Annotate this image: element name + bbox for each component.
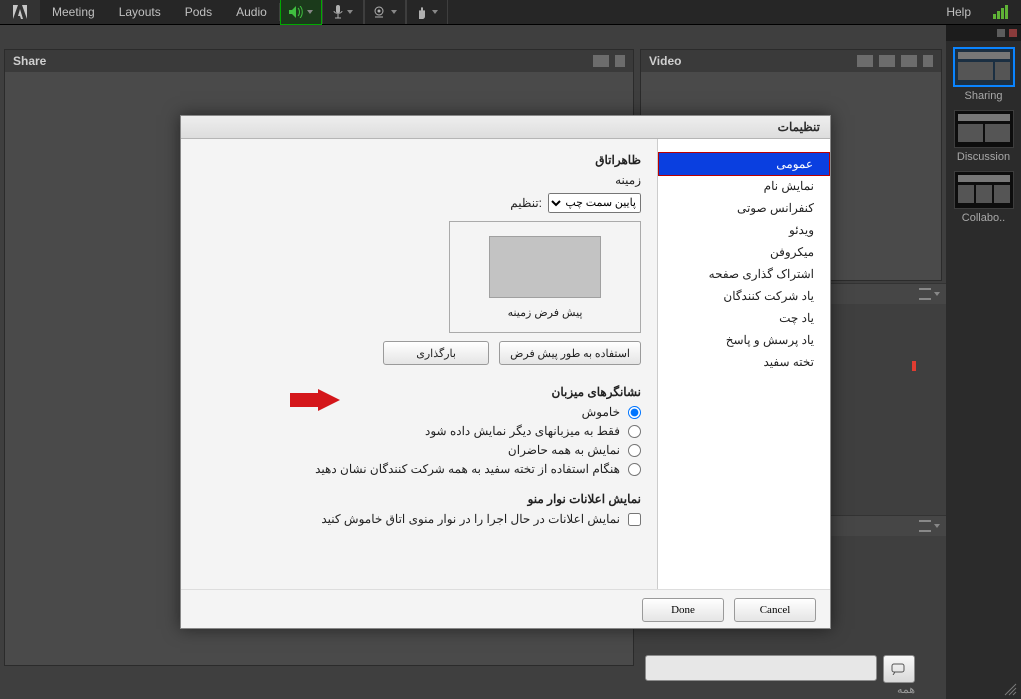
layout-collaboration[interactable] — [954, 171, 1014, 209]
cursor-radio[interactable] — [628, 444, 641, 457]
sidebar-item-video[interactable]: ویدئو — [658, 219, 830, 241]
chat-bar — [645, 655, 915, 679]
cursor-radio[interactable] — [628, 463, 641, 476]
list-icon — [919, 288, 931, 300]
speaker-button[interactable] — [280, 0, 322, 25]
strip-icon[interactable] — [879, 55, 895, 67]
cursor-option-hosts[interactable]: فقط به میزبانهای دیگر نمایش داده شود — [197, 424, 641, 438]
host-marker-icon — [912, 361, 916, 371]
preferences-dialog: تنظیمات عمومی نمایش نام کنفرانس صوتی وید… — [180, 115, 831, 629]
layout-label: Sharing — [946, 90, 1021, 102]
sidebar-item-attendees-pod[interactable]: یاد شرکت کنندگان — [658, 285, 830, 307]
cancel-button[interactable]: Cancel — [734, 598, 816, 622]
adobe-logo — [0, 0, 40, 24]
menubar-notif-heading: نمایش اعلانات نوار منو — [197, 492, 641, 506]
min-icon[interactable] — [997, 29, 1005, 37]
chat-send-button[interactable] — [883, 655, 915, 683]
sidebar-item-chat-pod[interactable]: یاد چت — [658, 307, 830, 329]
done-button[interactable]: Done — [642, 598, 724, 622]
layout-discussion[interactable] — [954, 110, 1014, 148]
sidebar-item-screen-share[interactable]: اشتراک گذاری صفحه — [658, 263, 830, 285]
upload-button[interactable]: بارگذاری — [383, 341, 489, 365]
background-align-select[interactable]: پایین سمت چپ — [548, 193, 641, 213]
menubar: Meeting Layouts Pods Audio Help — [0, 0, 1021, 25]
host-cursors-heading: نشانگرهای میزبان — [197, 385, 641, 399]
grid-icon[interactable] — [857, 55, 873, 67]
menu-audio[interactable]: Audio — [224, 5, 279, 19]
mic-button[interactable] — [322, 0, 364, 24]
sidebar-item-qa-pod[interactable]: یاد پرسش و پاسخ — [658, 329, 830, 351]
dialog-main: ظاهراتاق زمینه پایین سمت چپ :تنظیم پیش ف… — [181, 139, 657, 589]
fullscreen-icon[interactable] — [593, 55, 609, 67]
adjust-label: :تنظیم — [510, 196, 542, 210]
menu-layouts[interactable]: Layouts — [107, 5, 173, 19]
background-label: زمینه — [197, 173, 641, 187]
share-pod-header[interactable]: Share — [5, 50, 633, 72]
chat-tab-all[interactable]: همه — [897, 683, 915, 696]
dialog-footer: Done Cancel — [181, 589, 830, 630]
chat-input[interactable] — [645, 655, 877, 681]
webcam-button[interactable] — [364, 0, 406, 24]
layouts-sidebar: Sharing Discussion Collabo.. — [946, 25, 1021, 699]
cursor-radio[interactable] — [628, 406, 641, 419]
pod-menu-icon[interactable] — [923, 55, 933, 67]
use-default-button[interactable]: استفاده به طور پیش فرض — [499, 341, 641, 365]
sidebar-item-general[interactable]: عمومی — [658, 152, 830, 176]
connection-bars-icon — [993, 5, 1011, 19]
sidebar-item-audio-conf[interactable]: کنفرانس صوتی — [658, 197, 830, 219]
menubar-notif-checkbox[interactable] — [628, 513, 641, 526]
menu-meeting[interactable]: Meeting — [40, 5, 107, 19]
sidebar-item-display-name[interactable]: نمایش نام — [658, 175, 830, 197]
cursor-option-all[interactable]: نمایش به همه حاضران — [197, 443, 641, 457]
sidebar-item-whiteboard[interactable]: تخته سفید — [658, 351, 830, 373]
fullscreen-icon[interactable] — [901, 55, 917, 67]
video-pod-title: Video — [649, 54, 681, 68]
preview-caption: پیش فرض زمینه — [508, 306, 583, 319]
resize-corner-icon[interactable] — [1001, 680, 1017, 696]
layouts-strip — [946, 25, 1021, 41]
workspace: Share Video همه — [0, 25, 1021, 699]
background-preview: پیش فرض زمینه — [449, 221, 641, 333]
layout-label: Discussion — [946, 151, 1021, 163]
chat-tabs: همه — [645, 683, 915, 696]
pod-menu-icon[interactable] — [615, 55, 625, 67]
dialog-title: تنظیمات — [181, 116, 830, 139]
cursor-option-off[interactable]: خاموش — [197, 405, 641, 419]
preview-thumb — [489, 236, 601, 298]
annotation-arrow-icon — [290, 389, 340, 411]
dialog-sidebar: عمومی نمایش نام کنفرانس صوتی ویدئو میکرو… — [657, 139, 830, 589]
close-icon[interactable] — [1009, 29, 1017, 37]
menu-pods[interactable]: Pods — [173, 5, 224, 19]
menubar-notif-checkbox-row[interactable]: نمایش اعلانات در حال اجرا را در نوار منو… — [197, 512, 641, 526]
share-pod-title: Share — [13, 54, 46, 68]
layout-label: Collabo.. — [946, 212, 1021, 224]
room-appearance-heading: ظاهراتاق — [197, 153, 641, 167]
menu-help[interactable]: Help — [934, 5, 983, 19]
layout-sharing[interactable] — [953, 47, 1015, 87]
cursor-option-whiteboard[interactable]: هنگام استفاده از تخته سفید به همه شرکت ک… — [197, 462, 641, 476]
cursor-radio[interactable] — [628, 425, 641, 438]
raise-hand-button[interactable] — [406, 0, 448, 24]
sidebar-item-microphone[interactable]: میکروفن — [658, 241, 830, 263]
video-pod-header[interactable]: Video — [641, 50, 941, 72]
list-icon — [919, 520, 931, 532]
